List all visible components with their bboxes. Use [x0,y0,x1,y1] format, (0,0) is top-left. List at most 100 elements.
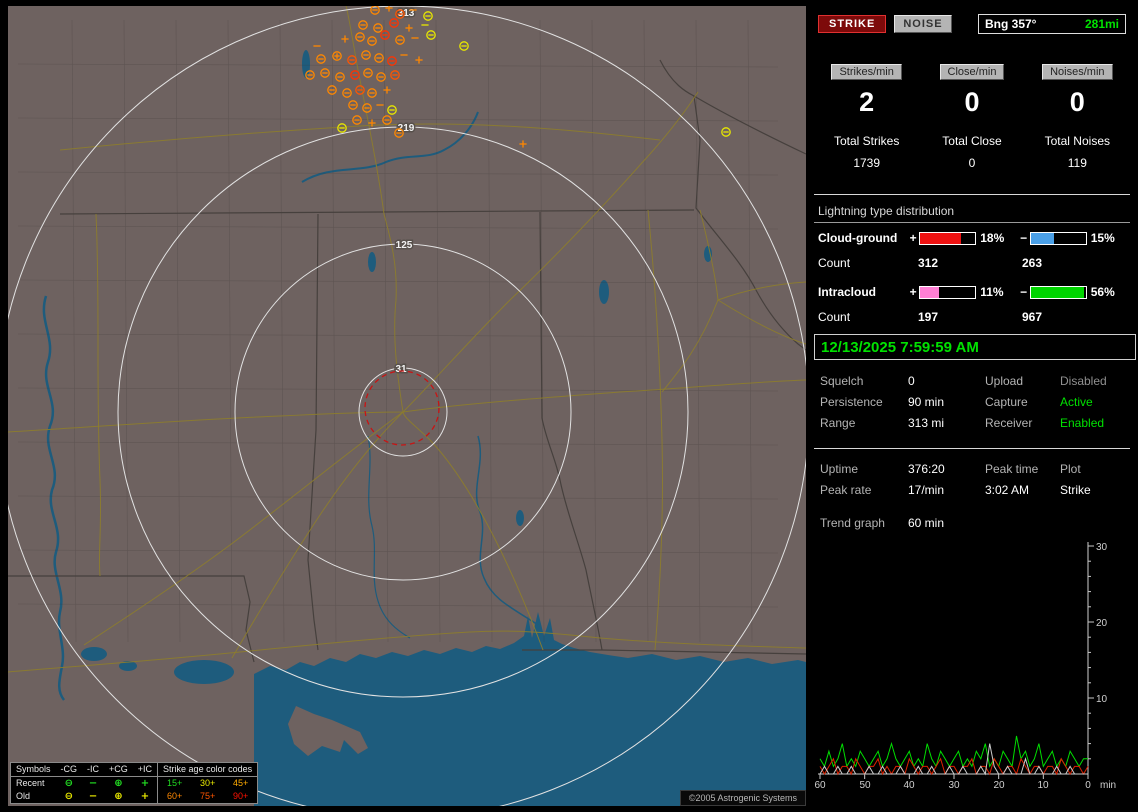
plot-label: Plot [1060,462,1081,476]
map-view[interactable]: 313 219 125 31 Symbols -CG -IC +CG +IC S… [8,6,806,806]
age-45: 45+ [232,778,249,788]
ic-minus-bar-fill [1030,286,1085,298]
total-close-label: Total Close [942,134,1002,148]
plus-sign: + [909,231,917,245]
strikes-per-min-button[interactable]: Strikes/min [831,64,902,80]
cg-minus-bar [1029,231,1087,245]
old-nic-icon: − [88,791,98,802]
rates-row: Strikes/min 2 Close/min 0 Noises/min 0 [814,64,1130,118]
legend-col-pcg: +CG [104,763,133,777]
peak-rate-value: 17/min [908,483,945,497]
legend-col-nic: -IC [82,763,105,777]
old-pcg-icon: ⊕ [114,791,123,802]
upload-status: Disabled [1060,374,1107,388]
noises-per-min-value: 0 [1069,87,1085,117]
intracloud-row: Intracloud + 11% − 56% [818,285,1128,299]
ring-label-31: 31 [395,364,407,375]
trend-ticks [819,545,1094,779]
y-tick-20: 20 [1096,618,1108,629]
cg-plus-bar-fill [920,232,961,244]
capture-status: Active [1060,395,1093,409]
map-legend: Symbols -CG -IC +CG +IC Strike age color… [10,762,259,804]
old-pic-icon: + [140,791,150,802]
close-per-min-value: 0 [964,87,980,117]
datetime-value: 12/13/2025 7:59:59 AM [821,338,979,356]
age-90: 90+ [232,791,249,801]
strike-indicator-button[interactable]: STRIKE [818,15,887,33]
age-30: 30+ [199,778,216,788]
indicator-row: STRIKE NOISE Bng 357° 281mi [818,14,1126,34]
age-60: 60+ [157,790,192,803]
cg-count-label: Count [818,256,851,270]
legend-col-pic: +IC [132,763,158,777]
trend-window-value: 60 min [908,516,945,530]
x-tick-30: 30 [948,780,960,791]
bearing-label: Bng 357° [985,17,1037,31]
age-15: 15+ [157,776,192,790]
ring-label-125: 125 [396,240,413,251]
x-tick-0: 0 [1085,780,1091,791]
copyright-label: ©2005 Astrogenic Systems [679,790,806,806]
squelch-label: Squelch [820,374,864,388]
receiver-status: Enabled [1060,416,1105,430]
status-grid: Squelch 0 Upload Disabled Persistence 90… [820,374,1126,430]
datetime-box: 12/13/2025 7:59:59 AM [814,334,1136,360]
recent-pcg-icon: ⊕ [114,778,123,789]
trend-label-row: Trend graph 60 min [820,516,944,530]
bearing-readout: Bng 357° 281mi [978,14,1126,34]
strikes-per-min-value: 2 [859,87,875,117]
cg-plus-count: 312 [918,256,939,270]
recent-nic-icon: − [88,778,98,789]
persistence-label: Persistence [820,395,883,409]
noise-indicator-button[interactable]: NOISE [894,15,952,33]
upload-label: Upload [985,374,1024,388]
trend-graph: 60 50 40 30 20 10 0 min 10 20 30 [814,542,1116,791]
cloud-ground-row: Cloud-ground + 18% − 15% [818,231,1128,245]
cloud-ground-count-row: Count 312 263 [818,256,1128,270]
separator [814,448,1130,449]
stats-grid: Uptime 376:20 Peak time Plot Peak rate 1… [820,462,1126,497]
cg-plus-pct: 18% [980,231,1005,245]
intracloud-count-row: Count 197 967 [818,310,1128,324]
receiver-label: Receiver [985,416,1033,430]
separator [814,194,1130,195]
capture-label: Capture [985,395,1028,409]
cg-minus-bar-fill [1030,232,1054,244]
close-per-min-button[interactable]: Close/min [939,64,1005,80]
old-ncg-icon: ⊖ [64,791,73,802]
recent-pic-icon: + [140,778,150,789]
legend-col-ncg: -CG [55,763,83,777]
ic-plus-bar-fill [920,286,939,298]
ic-plus-pct: 11% [980,285,1004,299]
distribution-title: Lightning type distribution [814,204,1130,223]
y-tick-30: 30 [1096,542,1108,553]
bearing-distance: 281mi [1084,17,1119,31]
uptime-value: 376:20 [908,462,945,476]
app-window: 313 219 125 31 Symbols -CG -IC +CG +IC S… [0,0,1138,812]
total-strikes-label: Total Strikes [833,134,900,148]
map-canvas: 313 219 125 31 [8,6,806,806]
age-75: 75+ [199,791,216,801]
intracloud-label: Intracloud [818,285,877,299]
side-panel: STRIKE NOISE Bng 357° 281mi Strikes/min … [814,6,1136,806]
x-tick-40: 40 [903,780,915,791]
peak-time-value: 3:02 AM [985,483,1030,497]
total-noises-value: 119 [1067,156,1087,170]
total-strikes-value: 1739 [853,156,881,170]
legend-recent-label: Recent [16,778,45,788]
minus-sign: − [1020,285,1028,299]
trend-series [819,735,1089,776]
legend-symbols-header: Symbols [11,763,56,777]
ic-minus-pct: 56% [1090,285,1115,299]
recent-ncg-icon: ⊖ [64,778,73,789]
trend-graph-label: Trend graph [820,516,885,530]
ic-minus-bar [1029,285,1087,299]
noises-per-min-button[interactable]: Noises/min [1042,64,1113,80]
x-tick-20: 20 [993,780,1005,791]
peak-time-label: Peak time [985,462,1039,476]
peak-rate-label: Peak rate [820,483,872,497]
total-close-value: 0 [968,156,976,170]
cg-plus-bar [919,231,977,245]
range-value: 313 mi [908,416,945,430]
x-unit-label: min [1100,780,1116,791]
